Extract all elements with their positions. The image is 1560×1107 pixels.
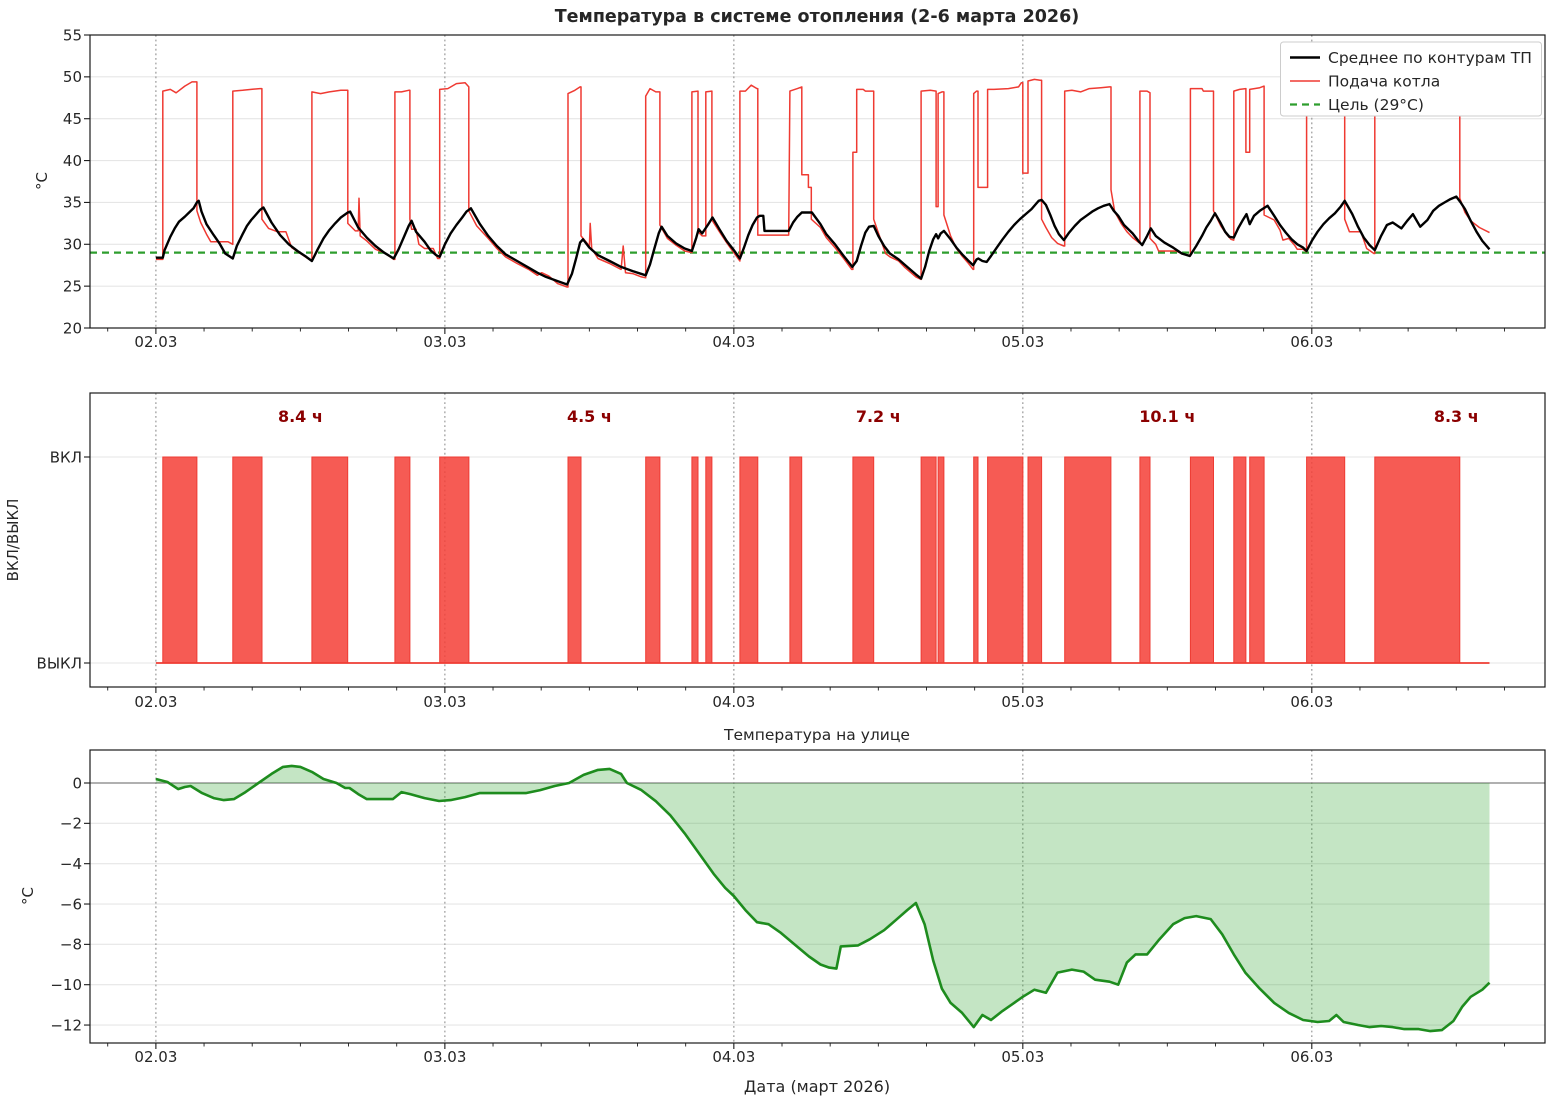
y-tick-label: 45 <box>63 110 82 128</box>
y-tick-label: −12 <box>50 1016 82 1034</box>
boiler-on-bar <box>232 456 263 664</box>
panel3-ylabel: °C <box>19 887 37 905</box>
boiler-on-bar <box>645 456 661 664</box>
x-tick-label: 04.03 <box>712 333 755 351</box>
x-tick-label: 05.03 <box>1001 693 1044 711</box>
boiler-on-bar <box>1139 456 1151 664</box>
boiler-on-bar <box>937 456 945 664</box>
y-tick-label: ВКЛ <box>50 448 82 466</box>
panel1-ylabel: °C <box>33 172 51 190</box>
boiler-on-bar <box>567 456 582 664</box>
y-tick-label: 30 <box>63 236 82 254</box>
panel2-ylabel: ВКЛ/ВЫКЛ <box>4 499 22 582</box>
boiler-on-bar <box>739 456 759 664</box>
y-tick-label: −6 <box>60 895 82 913</box>
x-tick-label: 05.03 <box>1001 1048 1044 1066</box>
y-tick-label: 55 <box>63 26 82 44</box>
daily-hours-annotation: 8.3 ч <box>1434 407 1479 426</box>
y-tick-label: 0 <box>72 774 82 792</box>
avg-circuits-line <box>155 195 1491 286</box>
boiler-on-bar <box>1306 456 1346 664</box>
outdoor-temp-area <box>155 765 1490 1032</box>
figure-canvas: 8.4 ч 4.5 ч 7.2 ч 10.1 ч 8.3 ч 02.03 02.03 02.0… <box>4 7 1546 1096</box>
boiler-on-bar <box>987 456 1024 664</box>
outdoor-panel-title: Температура на улице <box>723 726 910 744</box>
boiler-on-bar <box>1064 456 1112 664</box>
boiler-on-bar <box>1189 456 1215 664</box>
boiler-on-bar <box>1233 456 1247 664</box>
y-tick-label: 25 <box>63 277 82 295</box>
y-tick-label: ВЫКЛ <box>37 654 82 672</box>
y-tick-label: −2 <box>60 815 82 833</box>
y-tick-label: 35 <box>63 194 82 212</box>
daily-hours-annotation: 8.4 ч <box>278 407 323 426</box>
x-tick-label: 02.03 <box>134 1048 177 1066</box>
boiler-on-bar <box>439 456 470 664</box>
boiler-on-bar <box>1027 456 1043 664</box>
x-tick-label: 02.03 <box>134 333 177 351</box>
x-tick-label: 02.03 <box>134 693 177 711</box>
daily-hours-annotation: 4.5 ч <box>567 407 612 426</box>
boiler-on-bar <box>1249 456 1265 664</box>
x-axis-label: Дата (март 2026) <box>744 1077 890 1096</box>
boiler-on-bar <box>691 456 699 664</box>
boiler-on-bar <box>705 456 713 664</box>
y-tick-label: −8 <box>60 936 82 954</box>
y-tick-label: 50 <box>63 68 82 86</box>
boiler-on-bar <box>920 456 937 664</box>
legend-label: Подача котла <box>1328 72 1440 90</box>
x-tick-label: 03.03 <box>423 333 466 351</box>
legend-label: Среднее по контурам ТП <box>1328 49 1532 67</box>
legend-label: Цель (29°C) <box>1328 96 1424 114</box>
x-tick-label: 06.03 <box>1290 693 1333 711</box>
x-tick-label: 05.03 <box>1001 333 1044 351</box>
boiler-on-bar <box>1374 456 1461 664</box>
boiler-on-bar <box>311 456 349 664</box>
x-tick-label: 03.03 <box>423 1048 466 1066</box>
x-tick-label: 06.03 <box>1290 333 1333 351</box>
legend: Среднее по контурам ТП Подача котла Цель (… <box>1280 41 1542 117</box>
heating-dashboard-figure: 8.4 ч 4.5 ч 7.2 ч 10.1 ч 8.3 ч 02.03 02.03 02.0… <box>0 0 1560 1107</box>
x-tick-label: 04.03 <box>712 1048 755 1066</box>
panel-boiler-onoff: 8.4 ч 4.5 ч 7.2 ч 10.1 ч 8.3 ч <box>155 407 1490 664</box>
boiler-on-bar <box>973 456 979 664</box>
y-tick-label: −10 <box>50 976 82 994</box>
boiler-on-bar <box>789 456 803 664</box>
y-tick-label: −4 <box>60 855 82 873</box>
figure-title: Температура в системе отопления (2-6 мар… <box>555 7 1080 27</box>
x-tick-label: 04.03 <box>712 693 755 711</box>
panel-outdoor-temperature <box>155 764 1491 1033</box>
y-tick-label: 20 <box>63 319 82 337</box>
x-tick-label: 03.03 <box>423 693 466 711</box>
daily-hours-annotation: 7.2 ч <box>856 407 901 426</box>
boiler-on-bar <box>394 456 411 664</box>
daily-hours-annotation: 10.1 ч <box>1139 407 1195 426</box>
boiler-on-bar <box>162 456 198 664</box>
x-tick-label: 06.03 <box>1290 1048 1333 1066</box>
y-tick-label: 40 <box>63 152 82 170</box>
boiler-on-bar <box>852 456 875 664</box>
